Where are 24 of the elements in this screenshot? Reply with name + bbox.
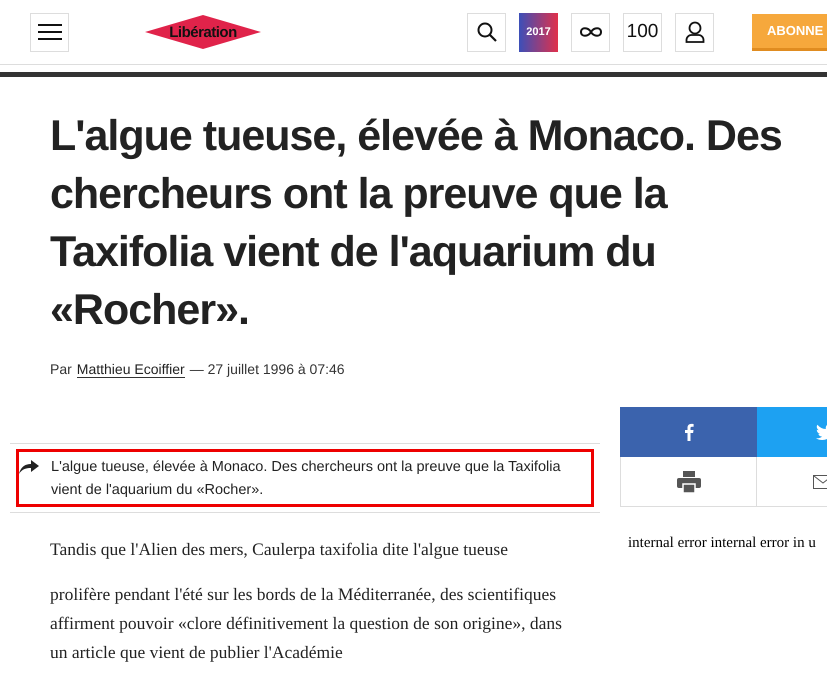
publish-date: — 27 juillet 1996 à 07:46 <box>190 361 345 377</box>
body-paragraph: prolifère pendant l'été sur les bords de la Méditerranée, des scientifiques affirment pouvoir «clore définitivement la question de son origine», dans un article que vient de publier l'Académie <box>50 583 563 664</box>
menu-icon <box>38 24 62 40</box>
byline-prefix: Par <box>50 361 72 377</box>
counter-button[interactable]: 100 <box>623 12 662 52</box>
logo[interactable]: Libération <box>145 15 261 49</box>
author-link[interactable]: Matthieu Ecoiffier <box>76 361 185 378</box>
printer-icon <box>676 470 700 492</box>
infinity-icon <box>578 26 602 38</box>
user-icon <box>684 21 704 43</box>
print-button[interactable] <box>620 457 757 507</box>
headline: L'algue tueuse, élevée à Monaco. Des chercheurs ont la preuve que la Taxifolia vient de l'aquarium du «Rocher». <box>50 111 783 336</box>
envelope-icon <box>813 474 827 488</box>
body-paragraph: Tandis que l'Alien des mers, Caulerpa taxifolia dite l'algue tueuse <box>50 538 509 561</box>
facebook-icon <box>684 423 694 441</box>
infinity-button[interactable] <box>571 12 610 52</box>
error-message: internal error internal error in u <box>628 535 817 552</box>
election-button[interactable]: 2017 <box>519 12 558 52</box>
share-arrow-icon <box>19 460 39 474</box>
search-button[interactable] <box>467 12 506 52</box>
summary-text: L'algue tueuse, élevée à Monaco. Des chercheurs ont la preuve que la Taxifolia vient de l'aquarium du «Rocher». <box>51 458 562 500</box>
menu-button[interactable] <box>30 12 69 52</box>
account-button[interactable] <box>675 12 714 52</box>
search-icon <box>476 22 496 42</box>
